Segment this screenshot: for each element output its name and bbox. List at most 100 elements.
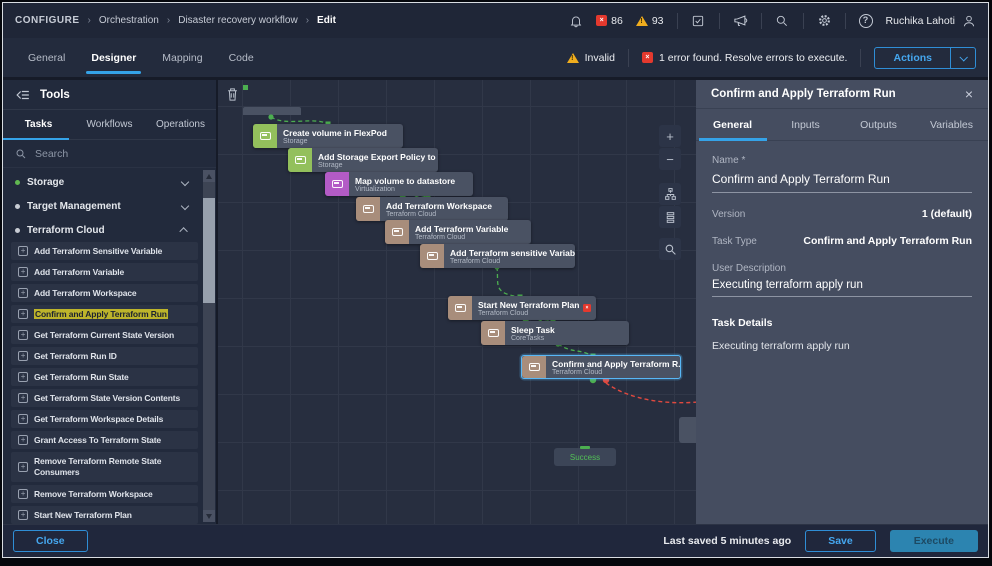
workflow-node-partial-right[interactable] [679, 417, 696, 443]
workflow-node[interactable]: Add Terraform WorkspaceTerraform Cloud [356, 197, 508, 221]
workflow-node-partial-top[interactable] [243, 107, 301, 115]
zoom-in-button[interactable]: + [659, 125, 681, 147]
task-item[interactable]: +Get Terraform Current State Version [11, 326, 198, 344]
trash-icon[interactable] [226, 87, 239, 107]
workflow-node[interactable]: Start New Terraform PlanTerraform Cloud× [448, 296, 596, 320]
announcements-icon[interactable] [733, 13, 748, 28]
chevron-down-icon [181, 178, 189, 186]
task-item[interactable]: +Add Terraform Workspace [11, 284, 198, 302]
tools-tab-workflows[interactable]: Workflows [74, 119, 145, 130]
task-type-icon [385, 220, 409, 244]
node-subtitle: Terraform Cloud [415, 234, 508, 241]
workflow-node[interactable]: Sleep TaskCoreTasks [481, 321, 629, 345]
workflow-node[interactable]: Add Terraform VariableTerraform Cloud [385, 220, 531, 244]
task-details-header: Task Details [712, 317, 972, 329]
critical-alerts[interactable]: × 86 [596, 15, 623, 27]
tools-search[interactable]: Search [3, 140, 216, 168]
panel-tab-outputs[interactable]: Outputs [842, 119, 915, 131]
save-button[interactable]: Save [805, 530, 876, 552]
workflow-node[interactable]: Add Storage Export Policy to V...Storage [288, 148, 438, 172]
tab-code[interactable]: Code [216, 38, 267, 77]
node-body: Start New Terraform PlanTerraform Cloud [472, 296, 585, 320]
success-label: Success [570, 453, 600, 462]
task-item[interactable]: +Get Terraform Run State [11, 368, 198, 386]
category-target-management[interactable]: Target Management [3, 194, 200, 218]
collapse-panel-icon[interactable] [15, 87, 30, 102]
category-storage[interactable]: Storage [3, 170, 200, 194]
canvas-search-icon[interactable] [659, 238, 681, 260]
workflow-node[interactable]: Map volume to datastoreVirtualization [325, 172, 473, 196]
warning-icon [636, 16, 648, 26]
panel-tab-variables[interactable]: Variables [915, 119, 988, 131]
category-terraform-cloud[interactable]: Terraform Cloud [3, 218, 200, 242]
user-description-field[interactable]: Executing terraform apply run [712, 279, 972, 297]
panel-tabs: GeneralInputsOutputsVariables [696, 109, 988, 141]
node-body: Add Terraform sensitive VariableTerrafor… [444, 244, 575, 268]
task-item[interactable]: +Get Terraform State Version Contents [11, 389, 198, 407]
tools-tab-operations[interactable]: Operations [145, 119, 216, 130]
user-menu[interactable]: Ruchika Lahoti [886, 13, 976, 28]
scroll-down-button[interactable] [203, 510, 215, 522]
bell-icon[interactable] [568, 13, 583, 28]
node-title: Add Terraform Variable [415, 224, 508, 234]
breadcrumb-item[interactable]: Orchestration [99, 15, 159, 26]
node-subtitle: Terraform Cloud [478, 310, 579, 317]
help-icon[interactable]: ? [859, 14, 873, 28]
task-item[interactable]: +Start New Terraform Plan [11, 506, 198, 524]
close-icon[interactable]: × [965, 87, 973, 101]
execute-button[interactable]: Execute [890, 530, 978, 552]
task-item[interactable]: +Get Terraform Workspace Details [11, 410, 198, 428]
stack-layout-icon[interactable] [659, 206, 681, 228]
search-icon[interactable] [775, 13, 790, 28]
divider [761, 13, 762, 29]
last-saved-text: Last saved 5 minutes ago [663, 535, 791, 547]
gear-icon[interactable] [817, 13, 832, 28]
node-error-badge: × [583, 304, 591, 312]
workflow-node[interactable]: Confirm and Apply Terraform R...Terrafor… [521, 355, 681, 379]
task-item[interactable]: +Add Terraform Variable [11, 263, 198, 281]
requests-icon[interactable] [691, 13, 706, 28]
node-subtitle: Terraform Cloud [386, 211, 492, 218]
category-label: Storage [27, 177, 64, 188]
actions-dropdown-button[interactable] [950, 48, 975, 68]
panel-tab-general[interactable]: General [696, 119, 769, 131]
actions-button[interactable]: Actions [875, 48, 950, 68]
tab-mapping[interactable]: Mapping [149, 38, 215, 77]
category-label: Target Management [27, 201, 121, 212]
task-type-icon [522, 356, 546, 378]
task-item[interactable]: +Confirm and Apply Terraform Run [11, 305, 198, 323]
task-item[interactable]: +Remove Terraform Remote State Consumers [11, 452, 198, 482]
task-item[interactable]: +Add Terraform Sensitive Variable [11, 242, 198, 260]
zoom-out-button[interactable]: − [659, 148, 681, 170]
scroll-up-button[interactable] [203, 170, 215, 182]
warning-icon [567, 53, 579, 63]
task-item[interactable]: +Remove Terraform Workspace [11, 485, 198, 503]
name-field[interactable]: Confirm and Apply Terraform Run [712, 172, 972, 193]
task-item[interactable]: +Grant Access To Terraform State [11, 431, 198, 449]
workflow-canvas[interactable]: Create volume in FlexPodStorageAdd Stora… [218, 80, 696, 524]
warning-alerts[interactable]: 93 [636, 15, 664, 27]
panel-tab-inputs[interactable]: Inputs [769, 119, 842, 131]
scrollbar[interactable] [203, 170, 215, 522]
workflow-node[interactable]: Add Terraform sensitive VariableTerrafor… [420, 244, 575, 268]
breadcrumb: CONFIGURE›Orchestration›Disaster recover… [15, 15, 336, 26]
scrollbar-thumb[interactable] [203, 198, 215, 303]
success-node[interactable]: Success [554, 448, 616, 466]
node-title: Add Terraform sensitive Variable [450, 248, 569, 258]
divider [845, 13, 846, 29]
tab-designer[interactable]: Designer [78, 38, 149, 77]
divider [860, 49, 861, 67]
task-item[interactable]: +Get Terraform Run ID [11, 347, 198, 365]
breadcrumb-item[interactable]: Disaster recovery workflow [178, 15, 297, 26]
close-button[interactable]: Close [13, 530, 88, 552]
auto-layout-icon[interactable] [659, 183, 681, 205]
task-details-text: Executing terraform apply run [712, 340, 972, 352]
tools-tab-tasks[interactable]: Tasks [3, 119, 74, 130]
workflow-node[interactable]: Create volume in FlexPodStorage [253, 124, 403, 148]
user-icon [961, 13, 976, 28]
breadcrumb-item[interactable]: CONFIGURE [15, 15, 80, 26]
add-task-icon: + [18, 309, 28, 319]
breadcrumb-item[interactable]: Edit [317, 15, 336, 26]
task-item-label: Add Terraform Variable [34, 267, 124, 277]
tab-general[interactable]: General [15, 38, 78, 77]
